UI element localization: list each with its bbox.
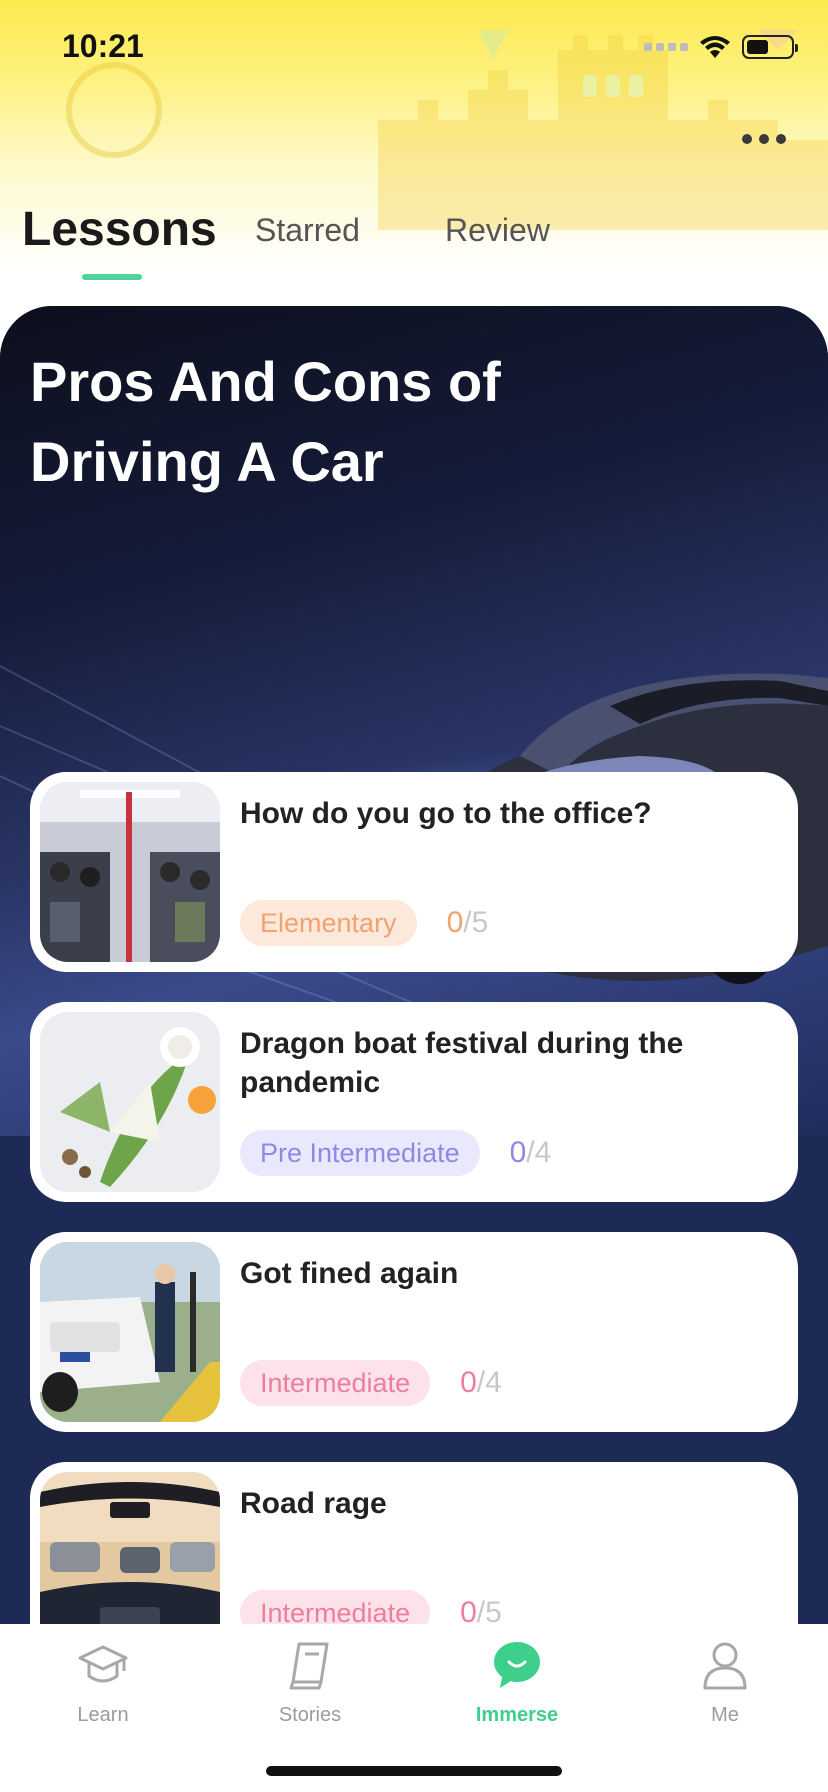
lesson-title: Got fined again bbox=[240, 1257, 459, 1290]
nav-learn-label: Learn bbox=[77, 1704, 129, 1726]
lesson-card[interactable]: Dragon boat festival during the pandemic… bbox=[30, 1002, 798, 1202]
level-badge: Intermediate bbox=[240, 1590, 431, 1626]
lesson-card[interactable]: Got fined again Intermediate 0/4 bbox=[30, 1232, 798, 1432]
lesson-thumbnail-police bbox=[40, 1242, 220, 1422]
lesson-progress: 0/4 bbox=[509, 1136, 552, 1169]
lesson-meta: Intermediate 0/5 bbox=[240, 1590, 502, 1626]
book-icon bbox=[289, 1642, 329, 1690]
chat-bubble-icon bbox=[494, 1642, 540, 1688]
nav-me[interactable]: Me bbox=[665, 1638, 785, 1727]
topic-panel: Pros And Cons of Driving A Car How do yo… bbox=[0, 306, 828, 1626]
graduation-cap-icon bbox=[78, 1645, 128, 1683]
lesson-meta: Elementary 0/5 bbox=[240, 900, 488, 946]
nav-immerse[interactable]: Immerse bbox=[457, 1638, 577, 1727]
lesson-title: How do you go to the office? bbox=[240, 797, 652, 830]
lesson-card[interactable]: How do you go to the office? Elementary … bbox=[30, 772, 798, 972]
lesson-progress: 0/5 bbox=[460, 1596, 502, 1626]
lesson-title: Dragon boat festival during the pandemic bbox=[240, 1027, 684, 1099]
tab-starred[interactable]: Starred bbox=[255, 212, 360, 249]
battery-icon bbox=[742, 35, 798, 59]
status-icons bbox=[644, 34, 798, 60]
cellular-signal-icon bbox=[644, 43, 688, 51]
status-time: 10:21 bbox=[62, 28, 144, 64]
level-badge: Pre Intermediate bbox=[240, 1130, 480, 1176]
lesson-title: Road rage bbox=[240, 1487, 387, 1520]
nav-stories-label: Stories bbox=[278, 1704, 342, 1726]
bottom-tab-bar: Learn Stories Immerse Me bbox=[0, 1624, 828, 1792]
lesson-thumbnail-zongzi bbox=[40, 1012, 220, 1192]
level-badge: Elementary bbox=[240, 900, 417, 946]
wifi-icon bbox=[700, 36, 730, 58]
lesson-card[interactable]: Road rage Intermediate 0/5 bbox=[30, 1462, 798, 1626]
home-indicator bbox=[266, 1766, 562, 1776]
tab-review[interactable]: Review bbox=[445, 212, 550, 249]
active-tab-indicator bbox=[82, 274, 142, 280]
status-bar: 10:21 bbox=[0, 0, 828, 96]
lesson-tabs: Lessons Starred Review bbox=[0, 196, 828, 286]
nav-learn[interactable]: Learn bbox=[43, 1638, 163, 1727]
nav-stories[interactable]: Stories bbox=[250, 1638, 370, 1727]
nav-immerse-label: Immerse bbox=[475, 1704, 559, 1726]
person-icon bbox=[703, 1642, 747, 1690]
nav-me-label: Me bbox=[711, 1704, 739, 1726]
level-badge: Intermediate bbox=[240, 1360, 431, 1406]
more-horizontal-icon bbox=[742, 134, 752, 144]
more-options-button[interactable] bbox=[742, 128, 786, 150]
lesson-progress: 0/4 bbox=[460, 1366, 502, 1399]
lesson-progress: 0/5 bbox=[446, 906, 489, 939]
lesson-thumbnail-traffic bbox=[40, 1472, 220, 1626]
tab-lessons[interactable]: Lessons bbox=[22, 202, 217, 257]
lesson-thumbnail-subway bbox=[40, 782, 220, 962]
topic-title: Pros And Cons of Driving A Car bbox=[30, 350, 501, 493]
lesson-meta: Pre Intermediate 0/4 bbox=[240, 1130, 551, 1176]
lesson-meta: Intermediate 0/4 bbox=[240, 1360, 502, 1406]
